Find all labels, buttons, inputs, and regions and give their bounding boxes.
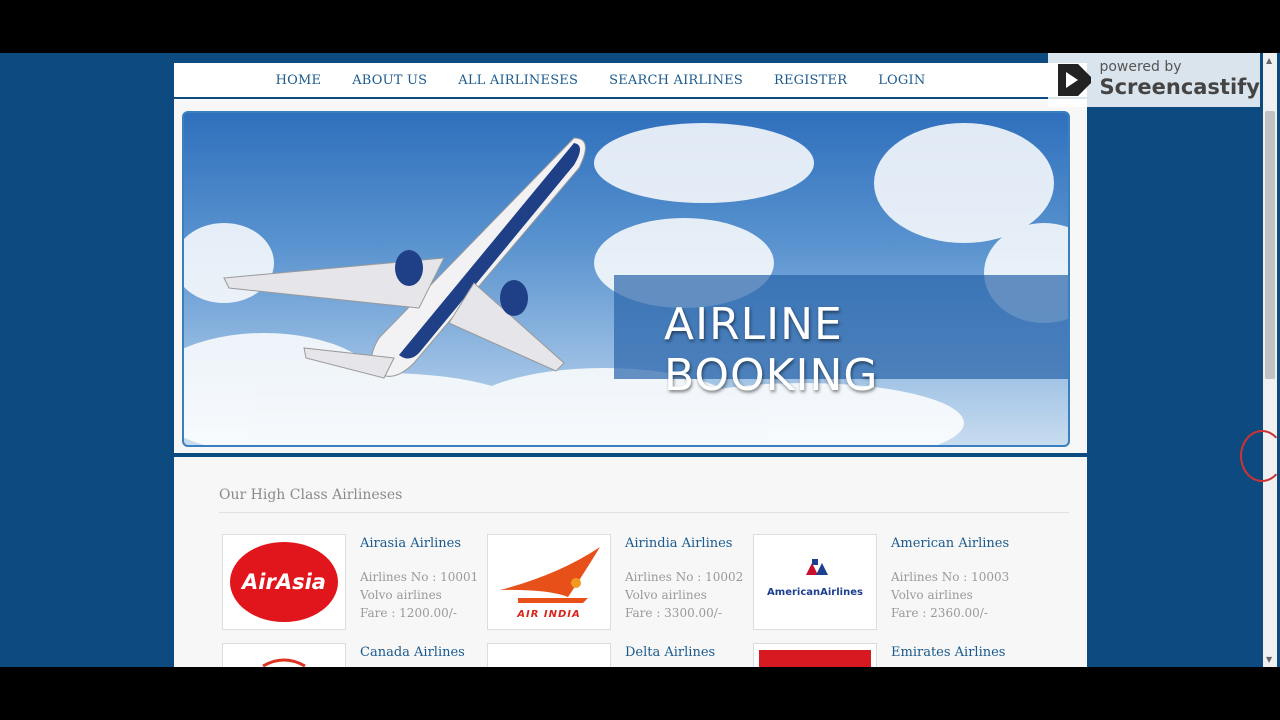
airindia-logo-text: AIR INDIA bbox=[516, 609, 581, 620]
airplane-icon bbox=[223, 137, 586, 379]
airline-card[interactable]: AirAsia Airasia Airlines Airlines No : 1… bbox=[222, 534, 487, 630]
airline-type: Volvo airlines bbox=[625, 588, 707, 602]
airline-type: Volvo airlines bbox=[360, 588, 442, 602]
delta-airlines-logo[interactable] bbox=[487, 643, 611, 667]
canada-airlines-logo[interactable] bbox=[222, 643, 346, 667]
scroll-thumb[interactable] bbox=[1265, 111, 1275, 379]
airline-number: Airlines No : 10002 bbox=[625, 570, 744, 584]
scroll-down-arrow-icon[interactable]: ▼ bbox=[1266, 655, 1272, 664]
screencastify-watermark: powered by Screencastify bbox=[1048, 53, 1260, 107]
american-airlines-logo[interactable]: AmericanAirlines bbox=[753, 534, 877, 630]
airline-card[interactable]: Canada Airlines bbox=[222, 643, 487, 667]
screencastify-logo-icon bbox=[1058, 64, 1092, 96]
cursor-highlight bbox=[1240, 430, 1280, 482]
hero-banner: AIRLINE BOOKING bbox=[182, 111, 1070, 447]
airline-info: Airlines No : 10002 Volvo airlines Fare … bbox=[625, 568, 743, 622]
emirates-airlines-logo[interactable] bbox=[753, 643, 877, 667]
watermark-line2: Screencastify bbox=[1099, 75, 1260, 99]
airline-info: Airlines No : 10001 Volvo airlines Fare … bbox=[360, 568, 478, 622]
airline-card[interactable]: Delta Airlines bbox=[487, 643, 752, 667]
airline-fare: Fare : 1200.00/- bbox=[360, 606, 457, 620]
nav-about-us[interactable]: ABOUT US bbox=[352, 73, 427, 88]
hero-title: AIRLINE BOOKING bbox=[664, 299, 879, 401]
airasia-logo[interactable]: AirAsia bbox=[222, 534, 346, 630]
american-airlines-logo-text: AmericanAirlines bbox=[767, 587, 863, 598]
hero-divider bbox=[174, 453, 1087, 457]
airasia-logo-text: AirAsia bbox=[240, 570, 326, 594]
airline-name[interactable]: Airindia Airlines bbox=[625, 536, 732, 551]
airline-fare: Fare : 3300.00/- bbox=[625, 606, 722, 620]
airline-name[interactable]: Airasia Airlines bbox=[360, 536, 461, 551]
main-nav: HOME ABOUT US ALL AIRLINESES SEARCH AIRL… bbox=[174, 63, 1087, 99]
airline-card[interactable]: AIR INDIA Airindia Airlines Airlines No … bbox=[487, 534, 752, 630]
airline-card[interactable]: Emirates Airlines bbox=[753, 643, 1018, 667]
nav-login[interactable]: LOGIN bbox=[878, 73, 925, 88]
nav-home[interactable]: HOME bbox=[276, 73, 322, 88]
airline-name[interactable]: Delta Airlines bbox=[625, 645, 715, 660]
airline-info: Airlines No : 10003 Volvo airlines Fare … bbox=[891, 568, 1009, 622]
page-container: HOME ABOUT US ALL AIRLINESES SEARCH AIRL… bbox=[174, 63, 1087, 667]
watermark-line1: powered by bbox=[1099, 59, 1182, 75]
airline-card[interactable]: AmericanAirlines American Airlines Airli… bbox=[753, 534, 1018, 630]
airindia-logo[interactable]: AIR INDIA bbox=[487, 534, 611, 630]
airline-number: Airlines No : 10003 bbox=[891, 570, 1010, 584]
airline-number: Airlines No : 10001 bbox=[360, 570, 479, 584]
nav-register[interactable]: REGISTER bbox=[774, 73, 847, 88]
browser-viewport: HOME ABOUT US ALL AIRLINESES SEARCH AIRL… bbox=[0, 53, 1280, 667]
page-scrollbar[interactable]: ▲ ▼ bbox=[1263, 53, 1277, 667]
airline-fare: Fare : 2360.00/- bbox=[891, 606, 988, 620]
airline-name[interactable]: American Airlines bbox=[891, 536, 1009, 551]
nav-search-airlines[interactable]: SEARCH AIRLINES bbox=[609, 73, 743, 88]
section-divider bbox=[219, 512, 1069, 513]
section-title: Our High Class Airlineses bbox=[219, 487, 403, 503]
airline-type: Volvo airlines bbox=[891, 588, 973, 602]
airline-name[interactable]: Canada Airlines bbox=[360, 645, 465, 660]
airline-name[interactable]: Emirates Airlines bbox=[891, 645, 1005, 660]
nav-all-airlines[interactable]: ALL AIRLINESES bbox=[458, 73, 578, 88]
scroll-up-arrow-icon[interactable]: ▲ bbox=[1266, 56, 1272, 65]
